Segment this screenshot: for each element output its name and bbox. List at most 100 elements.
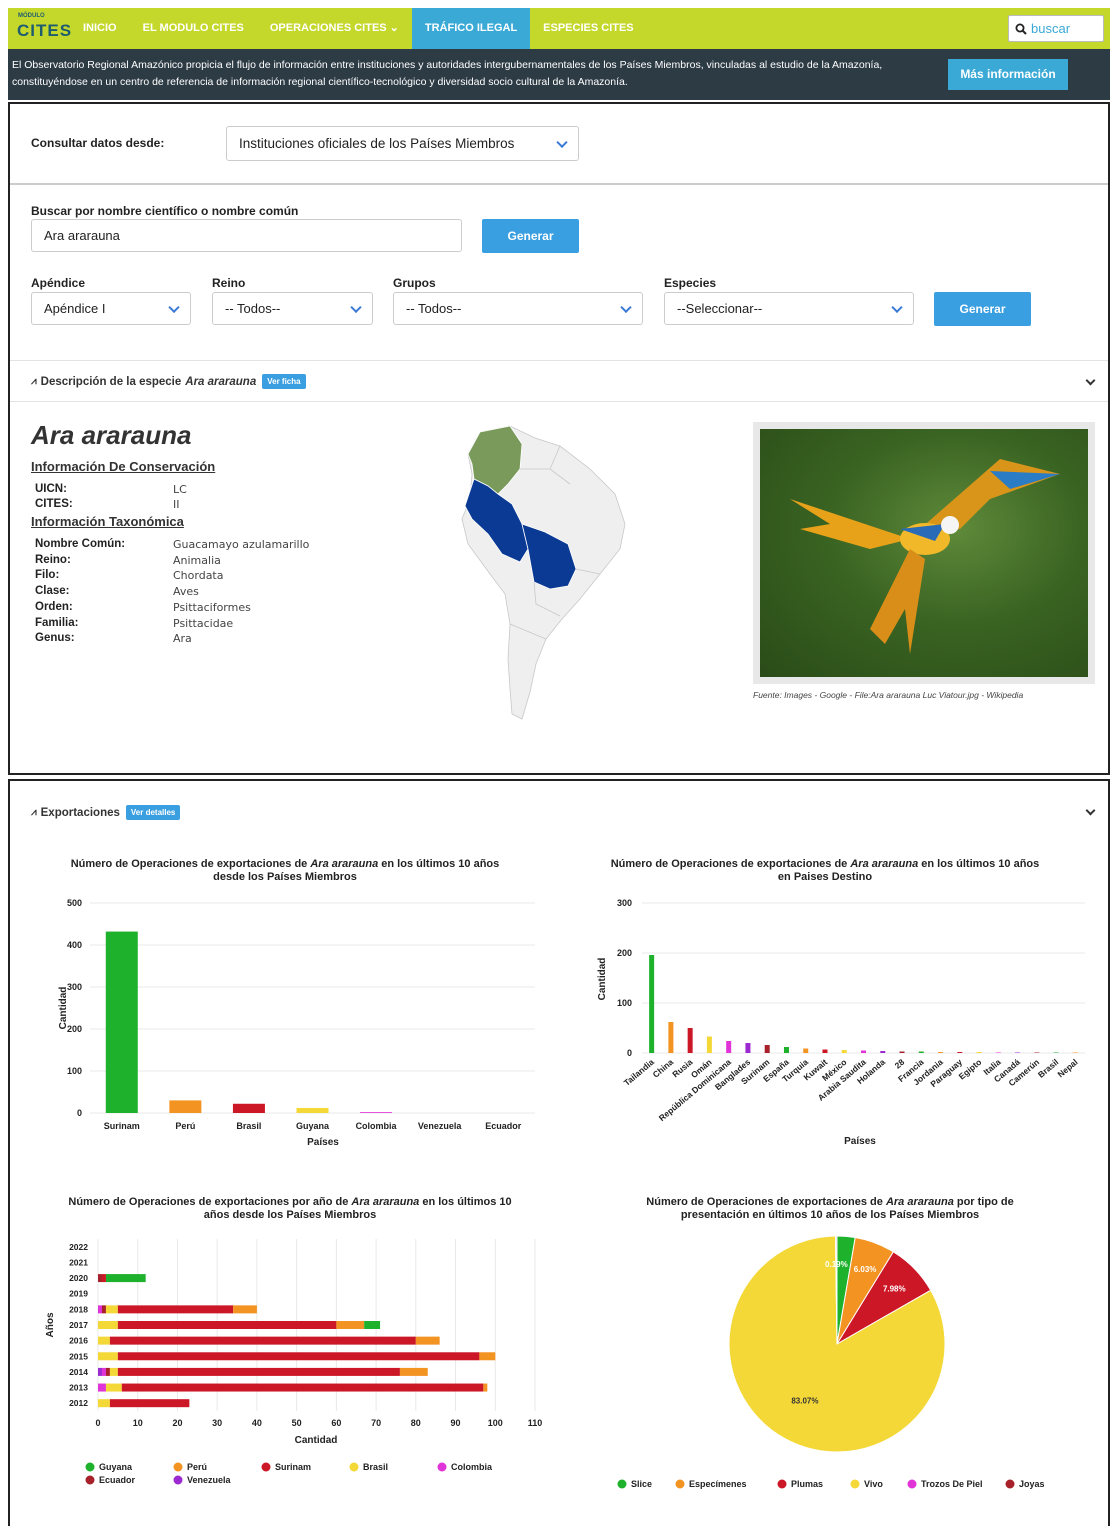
bar — [1053, 1052, 1059, 1053]
especies-select[interactable]: --Seleccionar-- — [664, 292, 914, 325]
x-tick-label: 100 — [488, 1418, 503, 1428]
legend-marker — [1005, 1479, 1015, 1489]
reino-label: Reino — [212, 276, 246, 290]
bar — [938, 1052, 944, 1053]
logo-small-text: MÓDULO — [18, 13, 45, 19]
more-info-button[interactable]: Más información — [948, 59, 1068, 90]
y-tick-label: 2019 — [69, 1289, 88, 1299]
x-tick-label: 70 — [371, 1418, 381, 1428]
bar-segment — [399, 1367, 428, 1376]
apendice-select[interactable]: Apéndice I — [31, 292, 191, 325]
bar-segment — [415, 1336, 440, 1345]
search-input[interactable]: buscar — [1008, 15, 1104, 42]
taxonomy-key: Reino: — [35, 554, 71, 566]
chart-exports-by-country: 0 100 200 300 400 500 Surinam Perú Brasil Guyana C… — [58, 898, 535, 1148]
search-name-label: Buscar por nombre científico o nombre co… — [31, 204, 299, 218]
legend-marker — [850, 1479, 860, 1489]
chart4-title: Número de Operaciones de exportaciones d… — [615, 1196, 1045, 1222]
species-search-field[interactable]: Ara ararauna — [31, 219, 462, 252]
legend-label: Plumas — [791, 1479, 823, 1489]
chart-exports-by-destination: 0100200300TailandiaChinaRusiaOmánRepúbli… — [597, 898, 1085, 1147]
legend-marker — [777, 1479, 787, 1489]
y-tick-label: 100 — [67, 1066, 82, 1076]
x-tick-label: Perú — [175, 1121, 195, 1131]
especies-label: Especies — [664, 276, 717, 290]
nav-inicio[interactable]: INICIO — [70, 8, 130, 49]
legend-label: Slice — [631, 1479, 652, 1489]
x-axis-label: Países — [307, 1137, 339, 1148]
legend-marker — [85, 1462, 95, 1472]
x-tick-label: Nepal — [1055, 1057, 1079, 1080]
bar-segment — [479, 1352, 496, 1361]
y-tick-label: 2014 — [69, 1367, 88, 1377]
y-axis-label: Cantidad — [597, 958, 608, 1001]
consult-source-select[interactable]: Instituciones oficiales de los Países Mi… — [226, 126, 579, 161]
apendice-value: Apéndice I — [44, 301, 106, 316]
generate-filter-button[interactable]: Generar — [934, 292, 1031, 326]
chevron-down-icon — [620, 301, 632, 313]
legend-label: Perú — [187, 1462, 207, 1472]
taxonomy-value: Animalia — [173, 554, 221, 567]
chevron-down-icon — [556, 136, 568, 148]
bar — [360, 1112, 393, 1113]
ver-detalles-button[interactable]: Ver detalles — [125, 805, 181, 820]
chart2-title-pre: Número de Operaciones de exportaciones d… — [610, 858, 851, 870]
divider — [10, 401, 1108, 402]
chevron-down-icon[interactable] — [1085, 805, 1096, 816]
species-description-header: ⩘ Descripción de la especie Ara ararauna… — [31, 374, 306, 389]
bar — [706, 1036, 712, 1053]
x-tick-label: 0 — [95, 1418, 100, 1428]
species-panel: Consultar datos desde: Instituciones ofi… — [8, 102, 1110, 775]
bar-segment — [98, 1399, 110, 1408]
photo-caption: Fuente: Images - Google - File:Ara arara… — [753, 690, 1024, 700]
especies-value: --Seleccionar-- — [677, 301, 763, 316]
nav-modulo-cites[interactable]: EL MODULO CITES — [130, 8, 257, 49]
y-tick-label: 2017 — [69, 1320, 88, 1330]
reino-select[interactable]: -- Todos-- — [212, 292, 373, 325]
chart-exports-by-year: 0 10 20 30 40 50 60 70 80 90 100 110 2022 2021 2020 201… — [45, 1239, 542, 1485]
bar-segment — [109, 1367, 118, 1376]
exports-title: Exportaciones — [40, 806, 120, 819]
site-logo[interactable]: MÓDULO CITES — [12, 8, 73, 49]
bar-segment — [98, 1321, 118, 1329]
chart1-title: Número de Operaciones de exportaciones d… — [70, 858, 500, 884]
y-tick-label: 100 — [617, 998, 632, 1008]
ver-ficha-button[interactable]: Ver ficha — [262, 374, 306, 389]
x-tick-label: Surinam — [104, 1121, 140, 1131]
grupos-select[interactable]: -- Todos-- — [393, 292, 643, 325]
info-bar: El Observatorio Regional Amazónico propi… — [8, 49, 1110, 100]
info-text: El Observatorio Regional Amazónico propi… — [12, 59, 883, 88]
y-tick-label: 300 — [617, 898, 632, 908]
legend-label: Guyana — [99, 1462, 133, 1472]
divider — [10, 360, 1108, 361]
logo-text: CITES — [17, 21, 73, 40]
bar — [745, 1043, 751, 1053]
bar-segment — [98, 1305, 102, 1314]
bar-segment — [117, 1321, 337, 1329]
legend-marker — [173, 1462, 183, 1472]
bar-segment — [483, 1383, 488, 1392]
bar — [296, 1107, 329, 1113]
bar — [995, 1052, 1001, 1053]
x-tick-label: 80 — [411, 1418, 421, 1428]
generate-search-button[interactable]: Generar — [482, 219, 579, 253]
nav-especies-cites[interactable]: ESPECIES CITES — [530, 8, 646, 49]
chart2-title-species: Ara ararauna — [850, 858, 919, 870]
chart3-title-pre: Número de Operaciones de exportaciones p… — [68, 1196, 352, 1208]
bar — [1015, 1052, 1021, 1053]
legend-marker — [907, 1479, 917, 1489]
pie-data-label: 83.07% — [791, 1396, 818, 1405]
y-tick-label: 200 — [67, 1024, 82, 1034]
nav-trafico-ilegal[interactable]: TRÁFICO ILEGAL — [411, 8, 531, 49]
legend-label: Brasil — [363, 1462, 388, 1472]
nav-operaciones-cites[interactable]: OPERACIONES CITES ⌄ — [257, 8, 412, 49]
species-title: Ara ararauna — [31, 420, 192, 450]
bar — [822, 1049, 828, 1053]
legend-marker — [349, 1462, 359, 1472]
y-tick-label: 2013 — [69, 1383, 88, 1393]
bar-segment — [109, 1399, 190, 1408]
chevron-down-icon[interactable] — [1085, 375, 1096, 386]
taxonomy-key: Filo: — [35, 569, 60, 581]
bar-segment — [105, 1305, 118, 1314]
pie-data-label: 6.03% — [854, 1265, 877, 1274]
